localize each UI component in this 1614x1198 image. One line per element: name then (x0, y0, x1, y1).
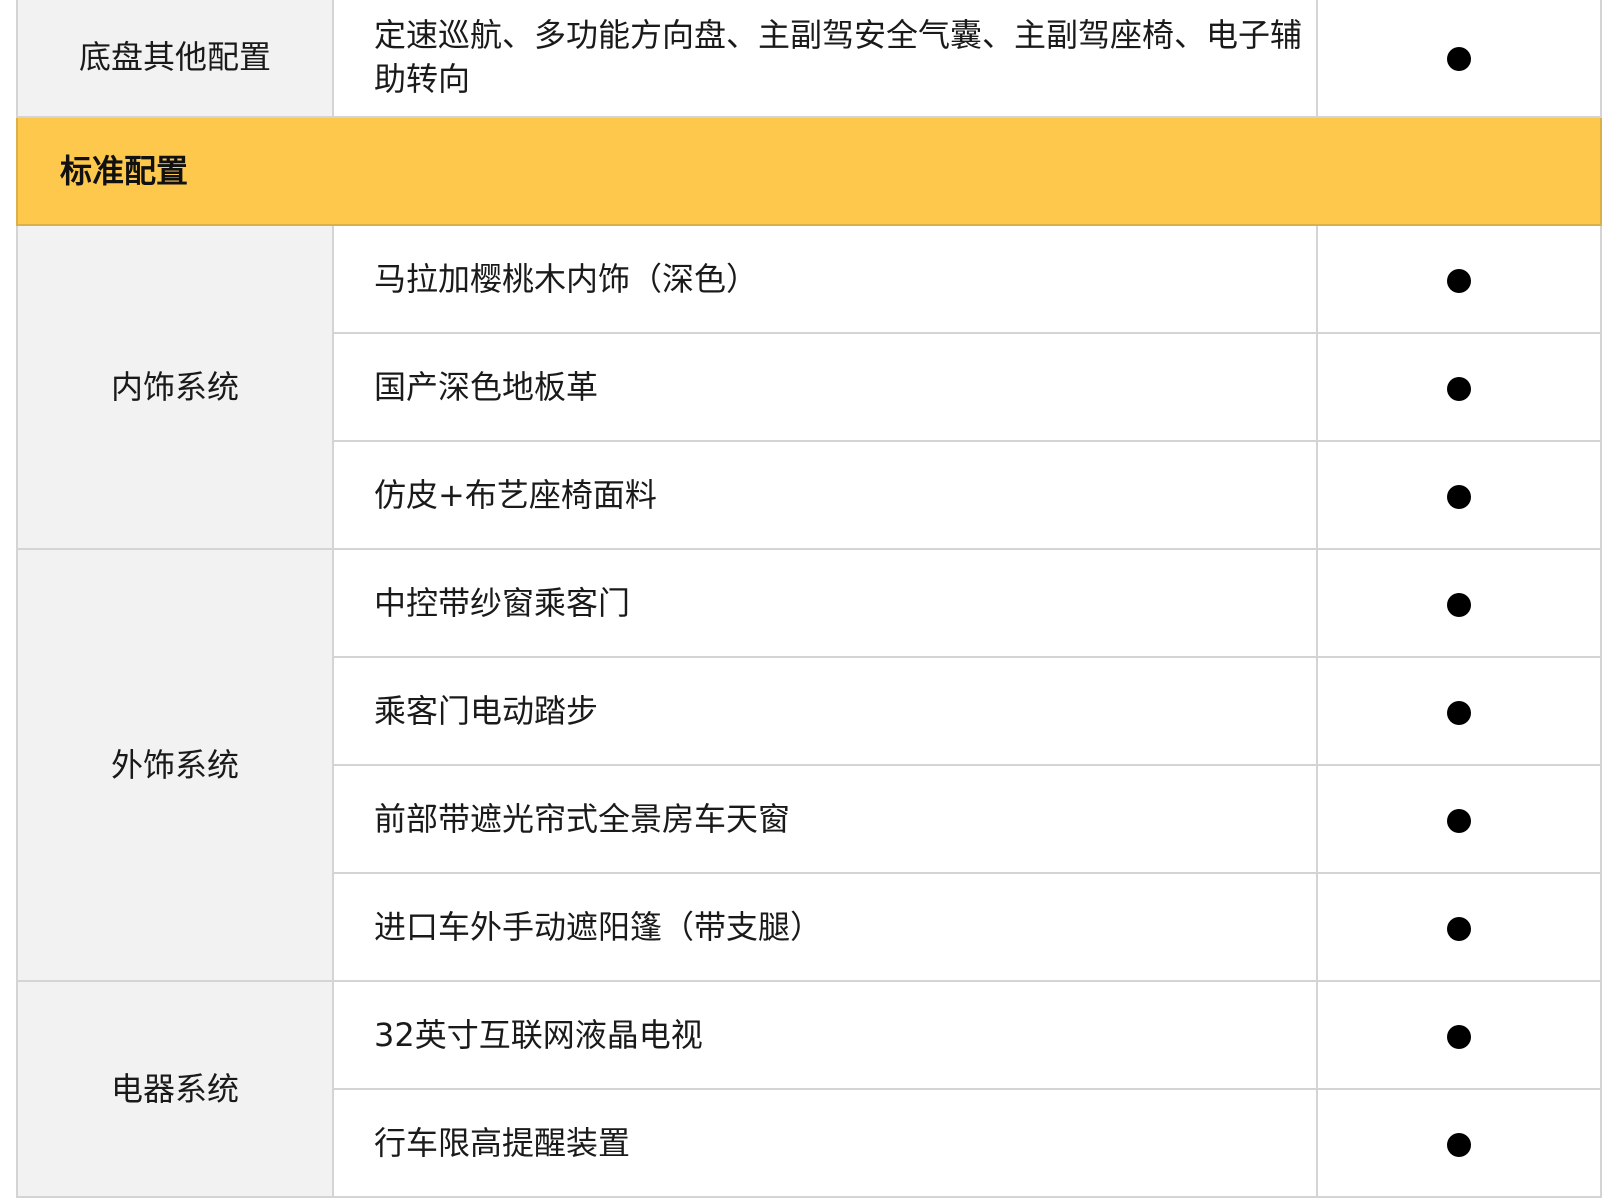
item-cell: 国产深色地板革 (332, 332, 1318, 442)
item-cell: 32英寸互联网液晶电视 (332, 980, 1318, 1090)
included-dot-icon (1447, 485, 1471, 509)
item-cell: 前部带遮光帘式全景房车天窗 (332, 764, 1318, 874)
item-cell: 仿皮+布艺座椅面料 (332, 440, 1318, 550)
mark-cell (1316, 872, 1602, 982)
table-row: 底盘其他配置 定速巡航、多功能方向盘、主副驾安全气囊、主副驾座椅、电子辅助转向 (16, 0, 1602, 118)
mark-cell (1316, 440, 1602, 550)
category-cell: 电器系统 (16, 980, 334, 1198)
mark-cell (1316, 548, 1602, 658)
included-dot-icon (1447, 917, 1471, 941)
table-row: 电器系统 32英寸互联网液晶电视 (16, 980, 1602, 1198)
item-cell: 进口车外手动遮阳篷（带支腿） (332, 872, 1318, 982)
included-dot-icon (1447, 1133, 1471, 1157)
included-dot-icon (1447, 1025, 1471, 1049)
mark-cell (1316, 764, 1602, 874)
section-title: 标准配置 (16, 116, 1602, 226)
item-cell: 中控带纱窗乘客门 (332, 548, 1318, 658)
section-header-row: 标准配置 (16, 116, 1602, 226)
mark-cell (1316, 980, 1602, 1090)
table-row: 内饰系统 马拉加樱桃木内饰（深色） (16, 224, 1602, 550)
category-cell: 外饰系统 (16, 548, 334, 982)
category-cell: 底盘其他配置 (16, 0, 334, 118)
item-cell: 乘客门电动踏步 (332, 656, 1318, 766)
table-row: 外饰系统 中控带纱窗乘客门 (16, 548, 1602, 982)
mark-cell (1316, 1088, 1602, 1198)
item-cell: 马拉加樱桃木内饰（深色） (332, 224, 1318, 334)
mark-cell (1316, 332, 1602, 442)
included-dot-icon (1447, 47, 1471, 71)
included-dot-icon (1447, 809, 1471, 833)
item-cell: 定速巡航、多功能方向盘、主副驾安全气囊、主副驾座椅、电子辅助转向 (332, 0, 1318, 118)
category-cell: 内饰系统 (16, 224, 334, 550)
mark-cell (1316, 224, 1602, 334)
included-dot-icon (1447, 269, 1471, 293)
included-dot-icon (1447, 593, 1471, 617)
mark-cell (1316, 656, 1602, 766)
mark-cell (1316, 0, 1602, 118)
included-dot-icon (1447, 701, 1471, 725)
included-dot-icon (1447, 377, 1471, 401)
item-cell: 行车限高提醒装置 (332, 1088, 1318, 1198)
spec-table: 底盘其他配置 定速巡航、多功能方向盘、主副驾安全气囊、主副驾座椅、电子辅助转向 … (16, 0, 1602, 1198)
